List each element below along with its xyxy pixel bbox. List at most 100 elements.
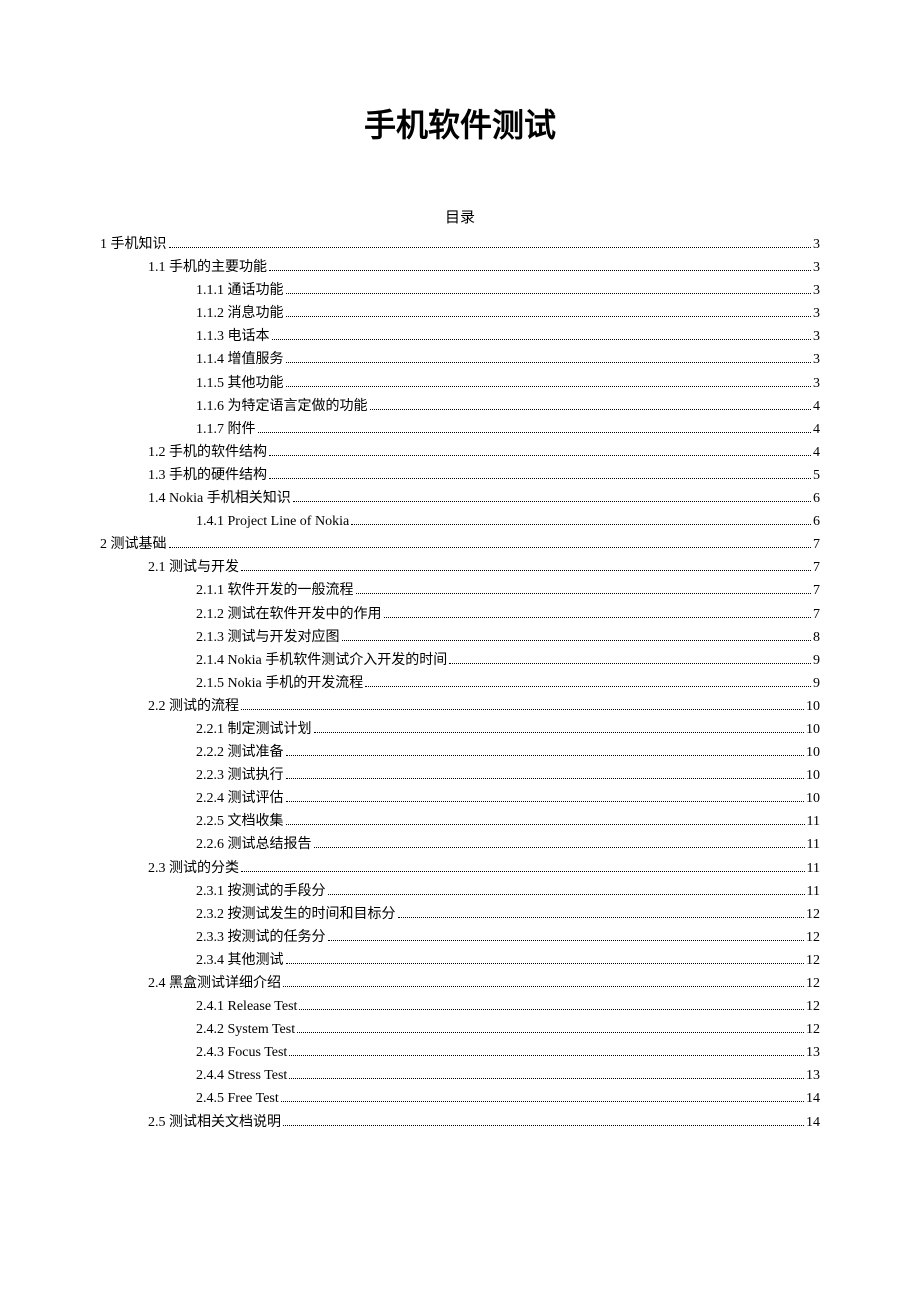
toc-entry-page: 12 <box>806 926 820 949</box>
toc-entry-page: 4 <box>813 441 820 464</box>
toc-entry: 1.1.2 消息功能3 <box>100 302 820 325</box>
toc-leader-dots <box>169 547 812 548</box>
toc-entry: 2.1 测试与开发 7 <box>100 556 820 579</box>
toc-leader-dots <box>286 293 812 294</box>
toc-entry: 1.1.5 其他功能 3 <box>100 372 820 395</box>
toc-entry: 2.1.4 Nokia 手机软件测试介入开发的时间9 <box>100 649 820 672</box>
toc-entry: 1.1.4 增值服务3 <box>100 348 820 371</box>
toc-entry-page: 4 <box>813 418 820 441</box>
toc-entry-page: 13 <box>806 1064 820 1087</box>
toc-leader-dots <box>286 824 805 825</box>
toc-leader-dots <box>286 778 805 779</box>
toc-entry-label: 2.2.6 测试总结报告 <box>196 833 312 856</box>
toc-leader-dots <box>283 986 804 987</box>
toc-leader-dots <box>342 640 812 641</box>
toc-entry-label: 2 测试基础 <box>100 533 167 556</box>
toc-leader-dots <box>241 871 805 872</box>
toc-leader-dots <box>449 663 811 664</box>
toc-entry-label: 2.4.4 Stress Test <box>196 1064 287 1087</box>
toc-entry: 2.4.4 Stress Test 13 <box>100 1064 820 1087</box>
toc-entry-label: 2.2.5 文档收集 <box>196 810 284 833</box>
toc-entry-label: 1.1.3 电话本 <box>196 325 270 348</box>
toc-entry-page: 9 <box>813 672 820 695</box>
toc-entry-page: 7 <box>813 556 820 579</box>
toc-leader-dots <box>398 917 805 918</box>
toc-entry-page: 7 <box>813 579 820 602</box>
toc-entry: 2.5 测试相关文档说明 14 <box>100 1111 820 1134</box>
toc-entry: 2.2.2 测试准备 10 <box>100 741 820 764</box>
toc-entry-page: 6 <box>813 487 820 510</box>
toc-entry-page: 10 <box>806 741 820 764</box>
toc-entry-page: 12 <box>806 995 820 1018</box>
toc-entry-label: 2.3 测试的分类 <box>148 857 239 880</box>
toc-entry-label: 1 手机知识 <box>100 233 167 256</box>
toc-entry-label: 2.5 测试相关文档说明 <box>148 1111 281 1134</box>
table-of-contents: 1 手机知识31.1 手机的主要功能31.1.1 通话功能31.1.2 消息功能… <box>100 233 820 1134</box>
toc-entry: 2.2 测试的流程10 <box>100 695 820 718</box>
toc-entry: 1.4.1 Project Line of Nokia6 <box>100 510 820 533</box>
toc-entry: 2.4 黑盒测试详细介绍12 <box>100 972 820 995</box>
toc-entry-page: 14 <box>806 1111 820 1134</box>
toc-entry: 2.4.2 System Test12 <box>100 1018 820 1041</box>
toc-entry-label: 2.2.3 测试执行 <box>196 764 284 787</box>
toc-entry-page: 11 <box>807 833 820 856</box>
toc-entry-label: 2.1.3 测试与开发对应图 <box>196 626 340 649</box>
toc-entry: 1 手机知识3 <box>100 233 820 256</box>
toc-entry-label: 1.4 Nokia 手机相关知识 <box>148 487 291 510</box>
toc-leader-dots <box>286 362 812 363</box>
toc-entry: 2.3.4 其他测试 12 <box>100 949 820 972</box>
toc-entry-page: 12 <box>806 949 820 972</box>
toc-leader-dots <box>286 963 805 964</box>
toc-leader-dots <box>286 801 805 802</box>
toc-entry: 2.3.1 按测试的手段分11 <box>100 880 820 903</box>
toc-entry-label: 1.1.2 消息功能 <box>196 302 284 325</box>
toc-entry: 2.2.6 测试总结报告 11 <box>100 833 820 856</box>
toc-entry-label: 1.1.5 其他功能 <box>196 372 284 395</box>
toc-entry: 2.2.3 测试执行10 <box>100 764 820 787</box>
toc-entry-label: 1.1.7 附件 <box>196 418 256 441</box>
toc-entry: 2.2.4 测试评估10 <box>100 787 820 810</box>
toc-entry-label: 1.3 手机的硬件结构 <box>148 464 267 487</box>
document-title: 手机软件测试 <box>100 100 820 146</box>
toc-entry-page: 11 <box>807 810 820 833</box>
toc-entry: 1.1.1 通话功能3 <box>100 279 820 302</box>
toc-entry-page: 3 <box>813 279 820 302</box>
toc-entry: 2.4.1 Release Test12 <box>100 995 820 1018</box>
toc-entry-label: 2.3.4 其他测试 <box>196 949 284 972</box>
toc-leader-dots <box>286 386 812 387</box>
toc-entry-page: 12 <box>806 1018 820 1041</box>
toc-leader-dots <box>258 432 812 433</box>
toc-entry-label: 2.1.2 测试在软件开发中的作用 <box>196 603 382 626</box>
toc-entry-page: 3 <box>813 372 820 395</box>
toc-entry-label: 1.2 手机的软件结构 <box>148 441 267 464</box>
toc-entry-page: 10 <box>806 718 820 741</box>
toc-leader-dots <box>269 478 811 479</box>
toc-entry: 1.4 Nokia 手机相关知识 6 <box>100 487 820 510</box>
toc-entry-page: 9 <box>813 649 820 672</box>
toc-leader-dots <box>289 1078 804 1079</box>
toc-leader-dots <box>328 894 805 895</box>
toc-leader-dots <box>299 1009 804 1010</box>
toc-entry-label: 2.1 测试与开发 <box>148 556 239 579</box>
toc-leader-dots <box>356 593 812 594</box>
toc-entry-label: 2.4 黑盒测试详细介绍 <box>148 972 281 995</box>
toc-entry: 2.2.1 制定测试计划10 <box>100 718 820 741</box>
toc-entry: 2.1.5 Nokia 手机的开发流程9 <box>100 672 820 695</box>
toc-leader-dots <box>269 270 811 271</box>
toc-leader-dots <box>365 686 811 687</box>
toc-entry-label: 2.4.5 Free Test <box>196 1087 279 1110</box>
toc-leader-dots <box>351 524 811 525</box>
toc-entry-page: 3 <box>813 256 820 279</box>
toc-entry: 2.3.3 按测试的任务分12 <box>100 926 820 949</box>
toc-entry: 2.3.2 按测试发生的时间和目标分12 <box>100 903 820 926</box>
toc-entry: 2 测试基础7 <box>100 533 820 556</box>
toc-entry-label: 2.2.2 测试准备 <box>196 741 284 764</box>
toc-entry-label: 1.1.6 为特定语言定做的功能 <box>196 395 368 418</box>
toc-leader-dots <box>281 1101 804 1102</box>
toc-entry-page: 5 <box>813 464 820 487</box>
toc-leader-dots <box>297 1032 804 1033</box>
toc-entry-page: 6 <box>813 510 820 533</box>
toc-leader-dots <box>286 755 805 756</box>
toc-leader-dots <box>384 617 812 618</box>
toc-leader-dots <box>169 247 812 248</box>
